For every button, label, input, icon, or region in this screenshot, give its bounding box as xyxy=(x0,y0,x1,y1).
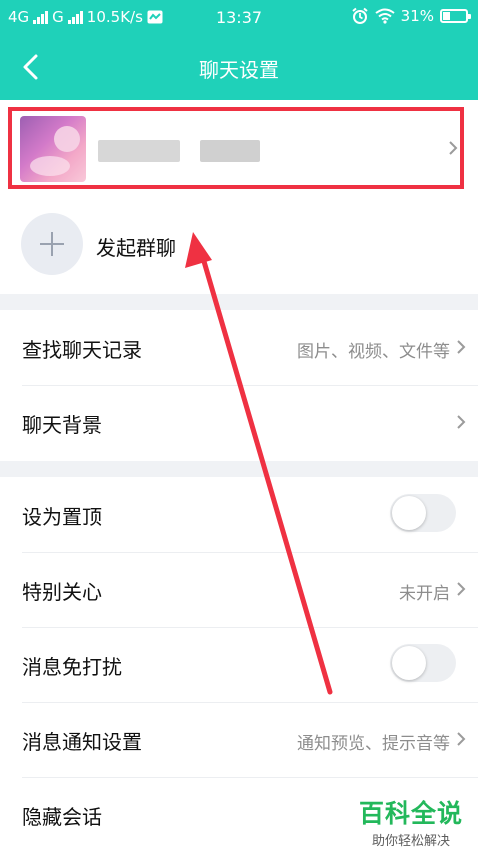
special-care-value: 未开启 xyxy=(399,584,450,604)
row-notification-settings[interactable]: 消息通知设置 通知预览、提示音等 xyxy=(0,702,478,777)
notification-settings-value: 通知预览、提示音等 xyxy=(297,734,450,754)
plus-icon[interactable] xyxy=(21,213,83,275)
row-do-not-disturb: 消息免打扰 xyxy=(0,627,478,702)
section-divider xyxy=(0,461,478,477)
find-chat-history-value: 图片、视频、文件等 xyxy=(297,342,450,362)
special-care-label: 特别关心 xyxy=(22,580,102,604)
watermark-logo: 百科全说 助你轻松解决 xyxy=(352,799,470,850)
chevron-right-icon xyxy=(457,415,466,429)
chevron-right-icon xyxy=(457,732,466,746)
row-find-chat-history[interactable]: 查找聊天记录 图片、视频、文件等 xyxy=(0,310,478,385)
status-right: 31% xyxy=(351,7,471,25)
row-chat-background[interactable]: 聊天背景 xyxy=(0,385,478,460)
row-special-care[interactable]: 特别关心 未开启 xyxy=(0,552,478,627)
chevron-right-icon xyxy=(457,340,466,354)
chevron-right-icon xyxy=(457,582,466,596)
watermark-subtitle: 助你轻松解决 xyxy=(371,834,450,849)
pin-to-top-label: 设为置顶 xyxy=(22,505,102,529)
chat-background-label: 聊天背景 xyxy=(22,413,102,437)
battery-percent: 31% xyxy=(400,7,434,25)
do-not-disturb-toggle[interactable] xyxy=(390,644,456,682)
battery-icon xyxy=(440,9,471,23)
find-chat-history-label: 查找聊天记录 xyxy=(22,338,142,362)
pin-to-top-toggle[interactable] xyxy=(390,494,456,532)
hide-conversation-label: 隐藏会话 xyxy=(22,805,102,829)
status-bar: 4G G 10.5K/s 13:37 31% xyxy=(0,0,478,34)
row-pin-to-top: 设为置顶 xyxy=(0,477,478,552)
do-not-disturb-label: 消息免打扰 xyxy=(22,655,122,679)
notification-settings-label: 消息通知设置 xyxy=(22,730,142,754)
title-bar: 聊天设置 xyxy=(0,34,478,100)
wifi-icon xyxy=(375,8,395,24)
annotation-highlight-box xyxy=(8,107,464,189)
start-group-chat-label: 发起群聊 xyxy=(96,236,176,260)
section-divider xyxy=(0,294,478,310)
alarm-icon xyxy=(352,7,368,24)
watermark-title: 百科全说 xyxy=(358,799,463,828)
page-title: 聊天设置 xyxy=(199,58,279,82)
